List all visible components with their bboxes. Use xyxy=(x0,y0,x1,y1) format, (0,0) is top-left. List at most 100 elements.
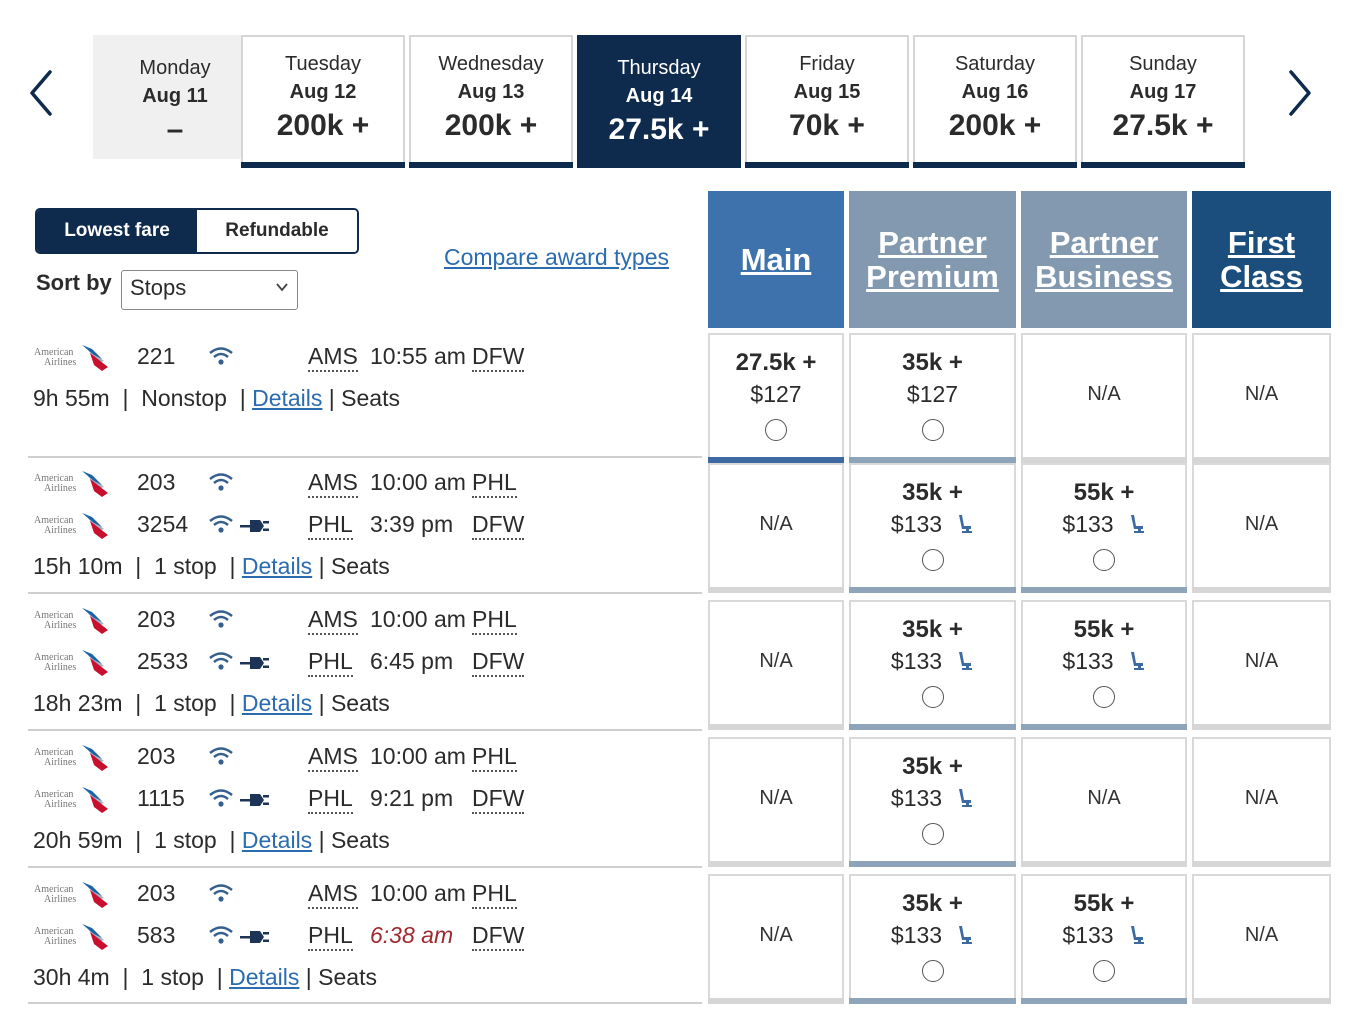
origin-airport[interactable]: AMS xyxy=(308,469,358,498)
day-tab[interactable]: Saturday Aug 16 200k + xyxy=(913,35,1077,168)
fare-radio-button[interactable] xyxy=(921,686,944,708)
destination-airport[interactable]: DFW xyxy=(472,343,525,372)
destination-airport[interactable]: DFW xyxy=(472,785,525,814)
seats-link[interactable]: Seats xyxy=(318,964,377,990)
fare-radio-button[interactable] xyxy=(1093,686,1115,708)
departure-time: 10:00 am xyxy=(370,880,466,906)
flight-segment: American Airlines 203 AMS 10:00 am PHL xyxy=(30,467,700,503)
chevron-right-icon[interactable] xyxy=(1285,68,1315,118)
destination-airport[interactable]: PHL xyxy=(472,880,517,909)
day-date: Aug 14 xyxy=(625,85,693,107)
departure-time: 10:55 am xyxy=(370,343,466,369)
fare-cash-amount: $133 xyxy=(890,922,943,948)
fare-radio-button[interactable] xyxy=(1093,960,1115,982)
lowest-fare-option[interactable]: Lowest fare xyxy=(37,210,197,252)
seats-link[interactable]: Seats xyxy=(331,553,390,579)
origin-airport[interactable]: PHL xyxy=(308,922,353,951)
flight-number: 3254 xyxy=(137,511,189,537)
origin-airport[interactable]: AMS xyxy=(308,880,358,909)
details-link[interactable]: Details xyxy=(229,964,299,990)
svg-text:Airlines: Airlines xyxy=(44,525,76,536)
fare-radio-button[interactable] xyxy=(921,960,944,982)
fare-radio-button[interactable] xyxy=(921,823,944,845)
fare-cash: $133 xyxy=(1023,648,1185,675)
day-date: Aug 17 xyxy=(1129,81,1197,103)
seats-link[interactable]: Seats xyxy=(331,690,390,716)
fare-miles: 35k + xyxy=(902,616,963,643)
destination-airport[interactable]: DFW xyxy=(472,648,525,677)
details-link[interactable]: Details xyxy=(252,385,322,411)
day-tab[interactable]: Sunday Aug 17 27.5k + xyxy=(1081,35,1245,168)
separator: | xyxy=(312,553,331,579)
fare-miles: 35k + xyxy=(902,890,963,917)
flight-segment: American Airlines 203 AMS 10:00 am PHL xyxy=(30,878,700,914)
destination-airport[interactable]: PHL xyxy=(472,743,517,772)
power-outlet-icon xyxy=(240,652,270,672)
details-link[interactable]: Details xyxy=(242,553,312,579)
destination-airport[interactable]: PHL xyxy=(472,469,517,498)
fare-radio-button[interactable] xyxy=(921,419,944,441)
compare-award-types-link[interactable]: Compare award types xyxy=(444,244,669,271)
details-link[interactable]: Details xyxy=(242,690,312,716)
origin-airport[interactable]: PHL xyxy=(308,785,353,814)
day-tab[interactable]: Friday Aug 15 70k + xyxy=(745,35,909,168)
chevron-left-icon[interactable] xyxy=(26,68,56,118)
separator: | xyxy=(216,827,242,853)
day-tab[interactable]: Tuesday Aug 12 200k + xyxy=(241,35,405,168)
fare-radio-button[interactable] xyxy=(765,419,787,441)
origin-airport[interactable]: AMS xyxy=(308,743,358,772)
fare-miles: 35k + xyxy=(902,349,963,376)
sort-value: Stops xyxy=(130,275,187,300)
american-airlines-logo: American Airlines xyxy=(32,469,118,499)
destination-airport[interactable]: DFW xyxy=(472,922,525,951)
fare-cash: $133 xyxy=(1023,511,1185,538)
cabin-header-partner-premium[interactable]: Partner Premium xyxy=(849,191,1016,328)
origin-airport[interactable]: AMS xyxy=(308,606,358,635)
fare-unavailable: N/A xyxy=(1244,787,1279,809)
fare-cell[interactable]: 35k + $133 xyxy=(849,874,1016,1004)
fare-miles: 35k + xyxy=(902,753,963,780)
fare-cell[interactable]: 35k + $133 xyxy=(849,463,1016,593)
separator: | xyxy=(322,385,342,411)
day-of-week: Thursday xyxy=(617,57,701,79)
separator: | xyxy=(109,964,142,990)
wifi-icon xyxy=(208,608,234,630)
destination-airport[interactable]: PHL xyxy=(472,606,517,635)
chevron-down-icon xyxy=(275,280,289,299)
separator: | xyxy=(312,690,331,716)
details-link[interactable]: Details xyxy=(242,827,312,853)
fare-cell[interactable]: 55k + $133 xyxy=(1021,463,1187,593)
seats-link[interactable]: Seats xyxy=(341,385,400,411)
origin-airport[interactable]: AMS xyxy=(308,343,358,372)
day-date: Aug 11 xyxy=(142,85,208,107)
fare-miles: 55k + xyxy=(1073,479,1135,506)
seats-link[interactable]: Seats xyxy=(331,827,390,853)
day-tab[interactable]: Thursday Aug 14 27.5k + xyxy=(577,35,741,168)
row-divider xyxy=(28,592,702,594)
origin-airport[interactable]: PHL xyxy=(308,511,353,540)
flight-number: 203 xyxy=(137,469,176,495)
origin-airport[interactable]: PHL xyxy=(308,648,353,677)
fare-cash-amount: $133 xyxy=(890,785,943,811)
cabin-header-first-class[interactable]: First Class xyxy=(1192,191,1331,328)
fare-cell[interactable]: 35k + $127 xyxy=(849,333,1016,463)
sort-select[interactable]: Stops xyxy=(121,270,298,310)
cabin-header-label: First Class xyxy=(1220,224,1303,294)
fare-cell: N/A xyxy=(1021,333,1187,463)
refundable-option[interactable]: Refundable xyxy=(197,210,357,252)
separator: | xyxy=(122,827,155,853)
cabin-header-main[interactable]: Main xyxy=(708,191,844,328)
fare-cell[interactable]: 55k + $133 xyxy=(1021,874,1187,1004)
trip-duration: 9h 55m xyxy=(33,385,110,411)
fare-cell[interactable]: 27.5k + $127 xyxy=(708,333,844,463)
fare-unavailable: N/A xyxy=(759,513,793,535)
fare-radio-button[interactable] xyxy=(1093,549,1115,571)
day-tab[interactable]: Wednesday Aug 13 200k + xyxy=(409,35,573,168)
destination-airport[interactable]: DFW xyxy=(472,511,525,540)
fare-radio-button[interactable] xyxy=(921,549,944,571)
cabin-header-partner-business[interactable]: Partner Business xyxy=(1021,191,1187,328)
fare-cell[interactable]: 35k + $133 xyxy=(849,600,1016,730)
fare-cell[interactable]: 35k + $133 xyxy=(849,737,1016,867)
flight-segment: American Airlines 1115 PHL 9:21 pm DFW xyxy=(30,783,700,819)
fare-cell[interactable]: 55k + $133 xyxy=(1021,600,1187,730)
